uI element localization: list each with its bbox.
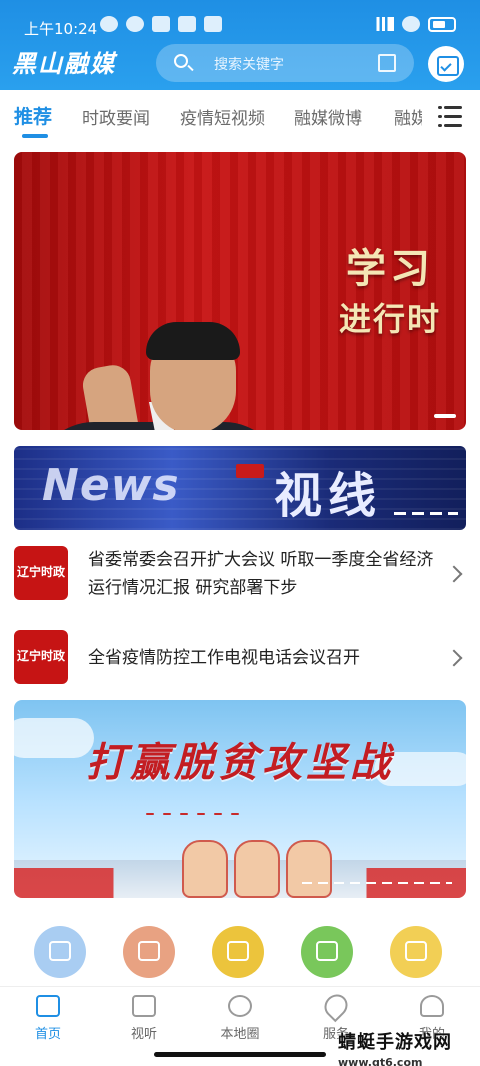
tab-media-more[interactable]: 融媒 bbox=[394, 104, 422, 129]
book-shortcut-button[interactable] bbox=[212, 926, 264, 978]
channel-tabs: 推荐 时政要闻 疫情短视频 融媒微博 融媒 bbox=[0, 92, 480, 142]
news-list-item-2[interactable]: 辽宁时政 全省疫情防控工作电视电话会议召开 bbox=[14, 630, 466, 686]
liaoning-politics-logo: 辽宁时政 bbox=[14, 630, 68, 684]
news-vision-banner[interactable]: News 视线 bbox=[14, 446, 466, 530]
scan-icon[interactable] bbox=[378, 54, 396, 72]
tv-icon bbox=[49, 941, 71, 961]
news-headline: 全省疫情防控工作电视电话会议召开 bbox=[88, 648, 360, 668]
poverty-campaign-banner[interactable]: 打赢脱贫攻坚战 bbox=[14, 700, 466, 898]
brand-logo[interactable]: 黑山融媒 bbox=[12, 48, 142, 80]
slogan-tag bbox=[163, 813, 172, 815]
calendar-icon[interactable] bbox=[428, 46, 464, 82]
group-icon bbox=[316, 941, 338, 961]
tab-recommend[interactable]: 推荐 bbox=[14, 102, 52, 129]
slogan-tag bbox=[231, 813, 240, 815]
banner-person-hair bbox=[146, 322, 240, 360]
news-strip-red-tag bbox=[236, 464, 264, 478]
nav-local-circle[interactable]: 本地圈 bbox=[200, 995, 280, 1042]
shortcut-row bbox=[0, 922, 480, 984]
radio-icon bbox=[138, 941, 160, 961]
status-notification-icons bbox=[100, 16, 222, 32]
liaoning-politics-logo: 辽宁时政 bbox=[14, 546, 68, 600]
slogan-tag bbox=[197, 813, 206, 815]
app-notification-icon bbox=[178, 16, 196, 32]
radio-shortcut-button[interactable] bbox=[123, 926, 175, 978]
header-bar: 上午10:24 黑山融媒 搜索关键字 bbox=[0, 0, 480, 90]
slogan-tags bbox=[144, 802, 344, 821]
tab-politics[interactable]: 时政要闻 bbox=[82, 104, 150, 129]
circle-icon bbox=[228, 995, 252, 1017]
status-time: 上午10:24 bbox=[24, 20, 98, 38]
checklist-icon bbox=[405, 941, 427, 961]
nav-label: 本地圈 bbox=[220, 1027, 260, 1042]
news-source-label: 辽宁时政 bbox=[16, 565, 65, 579]
search-bar[interactable]: 搜索关键字 bbox=[156, 44, 414, 82]
carousel-indicator bbox=[434, 414, 456, 418]
user-icon bbox=[420, 995, 444, 1017]
slogan-tag bbox=[180, 813, 189, 815]
signal-icon bbox=[372, 17, 394, 31]
slogan-tag bbox=[214, 813, 223, 815]
poverty-banner-title: 打赢脱贫攻坚战 bbox=[86, 739, 394, 786]
alarm-icon bbox=[126, 16, 144, 32]
search-placeholder: 搜索关键字 bbox=[214, 57, 284, 73]
channel-menu-icon[interactable] bbox=[438, 106, 466, 128]
tv-shortcut-button[interactable] bbox=[34, 926, 86, 978]
news-source-label: 辽宁时政 bbox=[16, 649, 65, 663]
mute-icon bbox=[100, 16, 118, 32]
tab-epidemic-video[interactable]: 疫情短视频 bbox=[180, 104, 265, 129]
nav-home[interactable]: 首页 bbox=[8, 995, 88, 1042]
message-icon bbox=[204, 16, 222, 32]
hero-banner-subtitle: 进行时 bbox=[338, 300, 441, 338]
wifi-icon bbox=[402, 16, 420, 32]
chevron-right-icon bbox=[445, 565, 463, 583]
wechat-icon bbox=[152, 16, 170, 32]
nav-label: 视听 bbox=[130, 1027, 157, 1042]
home-indicator[interactable] bbox=[154, 1052, 326, 1057]
watermark-url: www.qt6.com bbox=[338, 1056, 423, 1066]
news-strip-dashes bbox=[394, 512, 458, 515]
book-icon bbox=[227, 941, 249, 961]
news-strip-word-right: 视线 bbox=[274, 468, 383, 524]
hero-banner-title: 学习 bbox=[346, 245, 434, 292]
location-icon bbox=[319, 989, 353, 1023]
status-system-icons bbox=[372, 16, 456, 32]
slogan-tag bbox=[146, 813, 154, 815]
chevron-right-icon bbox=[445, 649, 463, 667]
nav-label: 首页 bbox=[34, 1027, 61, 1042]
watermark: 蜻蜓手游戏网 www.qt6.com bbox=[338, 1028, 478, 1066]
checklist-shortcut-button[interactable] bbox=[390, 926, 442, 978]
watermark-title: 蜻蜓手游戏网 bbox=[338, 1032, 452, 1053]
news-strip-word-left: News bbox=[42, 460, 180, 511]
active-tab-indicator bbox=[22, 134, 48, 138]
tab-media-weibo[interactable]: 融媒微博 bbox=[294, 104, 362, 129]
raised-fists-illustration bbox=[182, 840, 332, 898]
hero-banner[interactable]: 学习 进行时 bbox=[14, 152, 466, 430]
group-shortcut-button[interactable] bbox=[301, 926, 353, 978]
home-icon bbox=[36, 995, 60, 1017]
battery-icon bbox=[428, 16, 456, 32]
status-bar: 上午10:24 bbox=[0, 0, 480, 40]
news-headline: 省委常委会召开扩大会议 听取一季度全省经济运行情况汇报 研究部署下步 bbox=[88, 550, 434, 598]
news-list-item-1[interactable]: 辽宁时政 省委常委会召开扩大会议 听取一季度全省经济运行情况汇报 研究部署下步 bbox=[14, 544, 466, 604]
app-screen: 上午10:24 黑山融媒 搜索关键字 推荐 时政要闻 疫情短视频 融媒微博 融媒… bbox=[0, 0, 480, 1066]
carousel-indicator bbox=[302, 882, 452, 884]
search-icon bbox=[174, 54, 188, 68]
nav-video[interactable]: 视听 bbox=[104, 995, 184, 1042]
video-icon bbox=[132, 995, 156, 1017]
